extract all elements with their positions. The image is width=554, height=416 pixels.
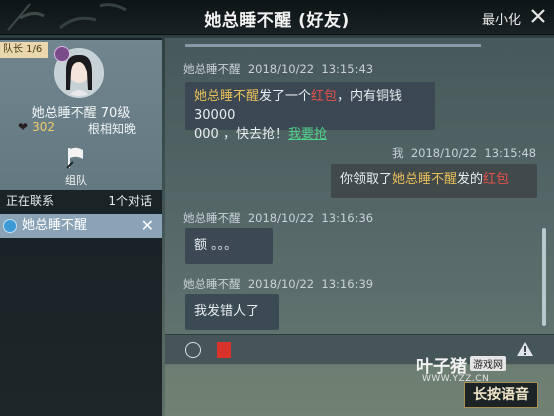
flag-icon (66, 147, 83, 169)
previous-message-edge (185, 44, 481, 47)
message-date: 2018/10/22 (247, 62, 315, 76)
message-date: 2018/10/22 (410, 146, 478, 160)
redpack-text: 红包 (311, 89, 338, 104)
message-text: 我发错人了 (194, 304, 260, 319)
message-text: 发了一个 (259, 89, 312, 104)
contact-list-header: 正在联系 1个对话 (0, 190, 162, 212)
message-text: 发的 (457, 172, 484, 187)
message-time: 13:16:39 (321, 277, 374, 291)
message-text: 额 。。。 (194, 238, 238, 253)
message-meta: 她总睡不醒 2018/10/22 13:16:36 (183, 210, 373, 226)
team-button-label: 组队 (65, 174, 87, 187)
watermark-tag: 游戏网 (470, 356, 506, 371)
message-meta: 她总睡不醒 2018/10/22 13:16:39 (183, 276, 373, 292)
message-bubble: 我发错人了 (185, 294, 279, 330)
grab-redpack-link[interactable]: 我要抢 (288, 127, 327, 142)
friend-stats: ❤ 302 根相知晚 (18, 120, 158, 136)
message-bubble: 她总睡不醒发了一个红包，内有铜钱30000 000 ，快去抢！我要抢 (185, 82, 435, 142)
redpack-icon[interactable] (217, 342, 231, 358)
sender-name-link[interactable]: 她总睡不醒 (392, 172, 457, 187)
message-text: 000 ，快去抢！ (194, 127, 288, 142)
message-sender: 她总睡不醒 (183, 277, 241, 291)
minimize-button[interactable]: 最小化 (482, 9, 521, 28)
redpack-text: 红包 (483, 172, 510, 187)
message-bubble: 你领取了她总睡不醒发的红包 (331, 164, 537, 198)
message-time: 13:16:36 (321, 211, 374, 225)
message-time: 13:15:48 (484, 146, 537, 160)
window-title: 她总睡不醒 (好友) (204, 11, 350, 31)
team-button[interactable]: 组队 (56, 144, 96, 188)
sender-name-link[interactable]: 她总睡不醒 (194, 89, 259, 104)
heart-icon: ❤ (18, 120, 29, 134)
conversation-count: 1个对话 (108, 194, 152, 208)
message-meta: 我 2018/10/22 13:15:48 (392, 145, 536, 161)
rank-badge-icon (54, 46, 70, 62)
message-date: 2018/10/22 (247, 211, 315, 225)
relation-title: 根相知晚 (88, 122, 137, 136)
friend-name-level: 她总睡不醒 70级 (31, 106, 131, 121)
leader-badge: 队长 1/6 (0, 42, 48, 58)
friend-profile-card: 队长 1/6 她总睡不醒 70级 ❤ 302 根相知晚 组队 (0, 40, 162, 190)
message-sender: 我 (392, 146, 404, 160)
close-icon[interactable] (528, 6, 548, 26)
intimacy-value: 302 (32, 120, 55, 134)
contacting-label: 正在联系 (6, 194, 55, 208)
title-bar: 她总睡不醒 (好友) 最小化 (0, 0, 554, 35)
chat-scrollbar[interactable] (542, 228, 546, 326)
contact-name: 她总睡不醒 (22, 218, 88, 233)
contact-item[interactable]: 她总睡不醒 ✕ (0, 214, 162, 238)
message-bubble: 额 。。。 (185, 228, 273, 264)
chat-history[interactable]: 她总睡不醒 2018/10/22 13:15:43 她总睡不醒发了一个红包，内有… (165, 38, 554, 334)
left-panel: 队长 1/6 她总睡不醒 70级 ❤ 302 根相知晚 组队 正在联系 1个对话… (0, 38, 162, 416)
message-sender: 她总睡不醒 (183, 62, 241, 76)
close-conversation-icon[interactable]: ✕ (141, 214, 154, 238)
online-status-icon (3, 219, 17, 233)
message-meta: 她总睡不醒 2018/10/22 13:15:43 (183, 61, 373, 77)
message-date: 2018/10/22 (247, 277, 315, 291)
emoji-icon[interactable] (185, 342, 201, 358)
hold-to-talk-button[interactable]: 长按语音 (464, 382, 538, 408)
message-time: 13:15:43 (321, 62, 374, 76)
message-text: 你领取了 (340, 172, 393, 187)
message-sender: 她总睡不醒 (183, 211, 241, 225)
